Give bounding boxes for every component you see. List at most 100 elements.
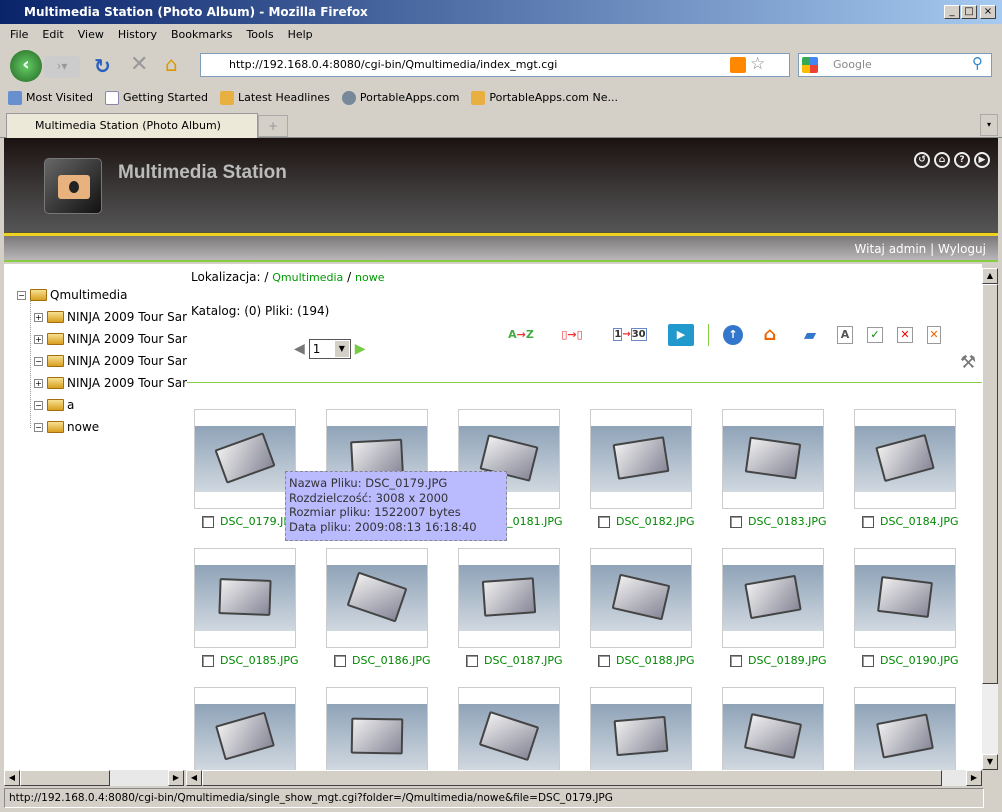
photo-image[interactable] [591,426,691,492]
photo-thumbnail[interactable] [194,687,296,770]
photo-link[interactable]: DSC_0190.JPG [880,654,959,667]
tree-node[interactable]: − NINJA 2009 Tour San [34,354,187,368]
home-icon[interactable]: ⌂ [165,52,178,76]
back-button[interactable]: ‹ [10,50,42,82]
menu-edit[interactable]: Edit [42,24,63,46]
photo-image[interactable] [855,704,955,770]
bookmark-portableapps-news[interactable]: PortableApps.com Ne... [471,86,618,110]
deselect-all-icon[interactable]: ✕ [897,327,913,343]
photo-thumbnail[interactable] [194,409,296,509]
bookmark-portableapps[interactable]: PortableApps.com [341,86,459,110]
photo-thumbnail[interactable] [722,548,824,648]
tab-list-button[interactable]: ▾ [980,114,998,136]
photo-thumbnail[interactable] [854,687,956,770]
sort-by-name-icon[interactable]: ▯→▯ [552,324,592,346]
photo-thumbnail[interactable] [590,687,692,770]
photo-checkbox[interactable] [202,515,214,528]
photo-image[interactable] [591,565,691,631]
photo-checkbox[interactable] [862,654,874,667]
next-circle-icon[interactable]: ▶ [974,152,990,168]
minimize-button[interactable]: _ [944,5,960,19]
home-icon[interactable]: ⌂ [757,324,783,346]
search-magnifier-icon[interactable]: ⚲ [972,54,983,72]
prev-page-icon[interactable]: ◀ [294,341,305,357]
bookmark-getting-started[interactable]: Getting Started [104,86,208,110]
photo-link[interactable]: DSC_0186.JPG [352,654,431,667]
tree-node[interactable]: + NINJA 2009 Tour San [34,332,187,346]
next-page-icon[interactable]: ▶ [355,341,366,357]
tree-node[interactable]: + NINJA 2009 Tour Sam [34,310,187,324]
photo-image[interactable] [591,704,691,770]
photo-thumbnail[interactable] [326,687,428,770]
menu-view[interactable]: View [78,24,104,46]
tree-horizontal-scrollbar[interactable]: ◀ ▶ [4,770,184,786]
bookmark-latest-headlines[interactable]: Latest Headlines [220,86,330,110]
photo-thumbnail[interactable] [590,548,692,648]
photo-checkbox[interactable] [730,654,742,667]
photo-image[interactable] [855,565,955,631]
menu-bookmarks[interactable]: Bookmarks [171,24,232,46]
new-folder-icon[interactable]: ▰ [797,324,823,346]
sort-by-date-icon[interactable]: 1→30 [606,324,654,346]
menu-history[interactable]: History [118,24,157,46]
photo-link[interactable]: DSC_0182.JPG [616,515,695,528]
photo-thumbnail[interactable] [194,548,296,648]
photo-image[interactable] [195,704,295,770]
rename-icon[interactable]: A [837,326,853,344]
bookmark-most-visited[interactable]: Most Visited [8,86,93,110]
tree-node-qmultimedia[interactable]: − Qmultimedia [17,288,128,302]
photo-image[interactable] [327,565,427,631]
photo-thumbnail[interactable] [854,548,956,648]
scroll-down-button[interactable]: ▼ [982,754,998,770]
home-circle-icon[interactable]: ⌂ [934,152,950,168]
photo-link[interactable]: DSC_0183.JPG [748,515,827,528]
back-circle-icon[interactable]: ↺ [914,152,930,168]
tree-node-a[interactable]: − a [34,398,74,412]
photo-image[interactable] [723,704,823,770]
photo-link[interactable]: DSC_0185.JPG [220,654,299,667]
photo-image[interactable] [195,565,295,631]
help-circle-icon[interactable]: ? [954,152,970,168]
menu-file[interactable]: File [10,24,28,46]
content-horizontal-scrollbar[interactable]: ◀ ▶ [186,770,982,786]
photo-checkbox[interactable] [334,654,346,667]
photo-checkbox[interactable] [598,515,610,528]
up-folder-icon[interactable]: ↑ [723,325,743,345]
photo-checkbox[interactable] [862,515,874,528]
menu-tools[interactable]: Tools [246,24,273,46]
photo-image[interactable] [195,426,295,492]
google-icon[interactable] [802,57,818,73]
rss-icon[interactable] [730,57,746,73]
photo-thumbnail[interactable] [458,687,560,770]
photo-thumbnail[interactable] [326,548,428,648]
photo-thumbnail[interactable] [854,409,956,509]
breadcrumb-qmultimedia[interactable]: Qmultimedia [272,271,343,284]
forward-button[interactable]: ›▾ [44,56,80,78]
tab-multimedia-station[interactable]: Multimedia Station (Photo Album) [6,113,258,138]
photo-thumbnail[interactable] [590,409,692,509]
photo-image[interactable] [459,704,559,770]
page-select[interactable]: 1 [308,339,351,359]
stop-icon[interactable]: ✕ [130,52,148,77]
photo-link[interactable]: DSC_0189.JPG [748,654,827,667]
close-button[interactable]: × [980,5,996,19]
logout-link[interactable]: Wyloguj [938,242,986,256]
maximize-button[interactable]: □ [961,5,977,19]
bookmark-star-icon[interactable]: ☆ [750,54,765,74]
photo-image[interactable] [723,426,823,492]
photo-link[interactable]: DSC_0184.JPG [880,515,959,528]
scroll-up-button[interactable]: ▲ [982,268,998,284]
sort-az-icon[interactable]: A→Z [504,324,538,346]
photo-checkbox[interactable] [598,654,610,667]
photo-thumbnail[interactable] [722,687,824,770]
menu-help[interactable]: Help [288,24,313,46]
photo-thumbnail[interactable] [722,409,824,509]
url-bar[interactable]: http://192.168.0.4:8080/cgi-bin/Qmultime… [200,53,790,77]
photo-image[interactable] [723,565,823,631]
reload-icon[interactable]: ↻ [94,54,111,78]
slideshow-icon[interactable]: ▶ [668,324,694,346]
photo-image[interactable] [855,426,955,492]
tree-node-nowe[interactable]: − nowe [34,420,99,434]
vertical-scrollbar[interactable]: ▲ ▼ [982,268,998,770]
select-all-icon[interactable]: ✓ [867,327,883,343]
